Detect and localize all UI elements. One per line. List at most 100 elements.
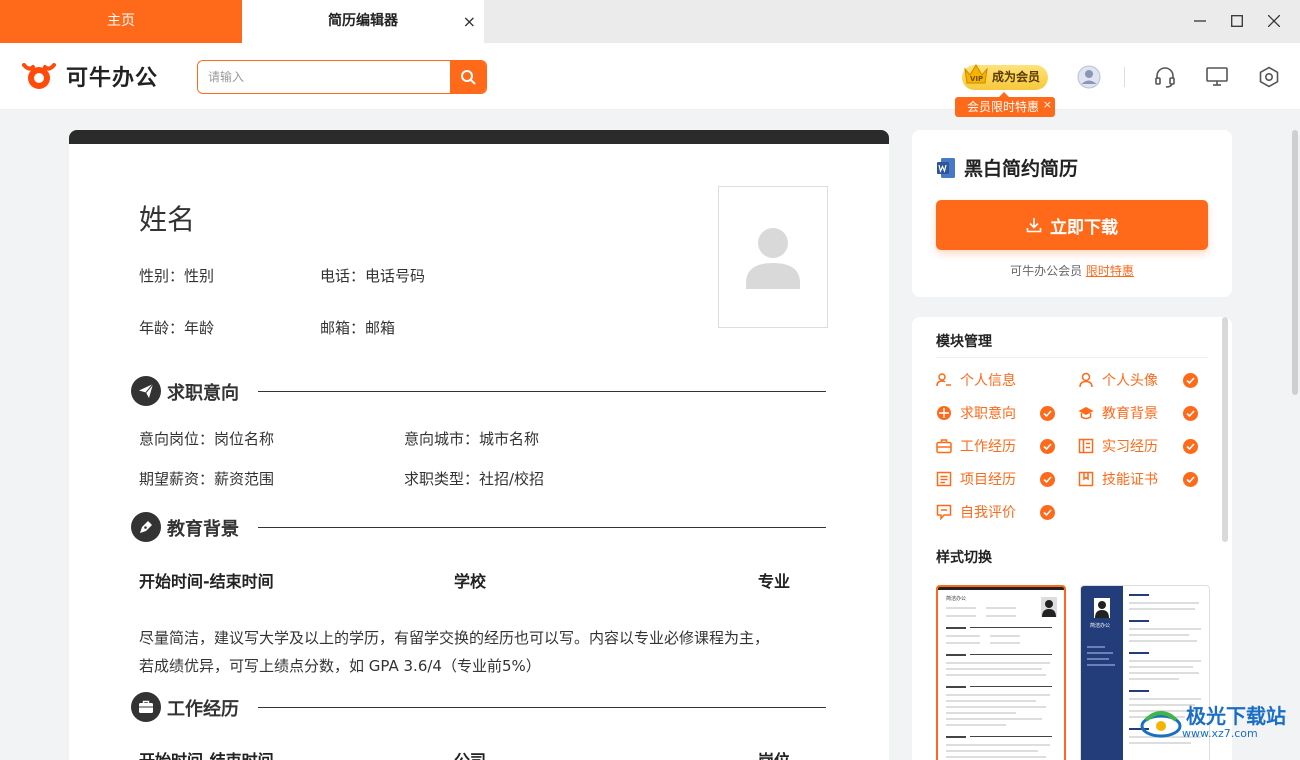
comment-icon [936,504,952,520]
module-work[interactable]: 工作经历 [936,436,1016,456]
intent-type[interactable]: 求职类型：社招/校招 [404,468,544,489]
module-internship[interactable]: 实习经历 [1078,436,1158,456]
app-header: 可牛办公 VIP 成为会员 会员限时特惠 × [0,43,1300,117]
resume-gender[interactable]: 性别：性别 [139,265,214,286]
search-button[interactable] [450,61,486,93]
edu-time-header[interactable]: 开始时间-结束时间 [139,568,274,592]
module-job-intent[interactable]: 求职意向 [936,403,1016,423]
template-panel: 黑白简约简历 立即下载 可牛办公会员 限时特惠 [912,130,1232,297]
module-check-icon[interactable] [1183,373,1198,388]
intent-position[interactable]: 意向岗位：岗位名称 [139,428,274,449]
section-title: 教育背景 [167,519,239,540]
thumb-photo [1094,598,1110,618]
settings-icon[interactable] [1257,65,1281,89]
module-projects[interactable]: 项目经历 [936,469,1016,489]
member-promo-text: 会员限时特惠 [967,100,1040,114]
section-work[interactable]: 工作经历 [131,692,826,722]
search-input[interactable] [198,61,450,93]
edu-major-header[interactable]: 专业 [758,568,790,592]
module-self-evaluation[interactable]: 自我评价 [936,502,1016,522]
resume-name[interactable]: 姓名 [139,198,195,238]
paper-plane-icon [131,376,161,406]
module-check-icon[interactable] [1040,406,1055,421]
graduation-cap-icon [1078,405,1094,421]
module-label: 实习经历 [1102,439,1158,455]
pen-nib-icon [131,512,161,542]
header-divider [1124,67,1125,87]
module-label: 个人头像 [1102,373,1158,389]
thumb-photo [1041,597,1057,617]
work-role-header[interactable]: 岗位 [758,747,790,760]
kuniu-logo-icon [22,63,56,89]
tab-home-label: 主页 [107,13,135,29]
template-name: 黑白简约简历 [964,158,1079,180]
search-icon [461,70,476,85]
become-member-label: 成为会员 [992,70,1041,84]
become-member-button[interactable]: VIP 成为会员 [962,64,1048,90]
main-scrollbar[interactable] [1292,130,1298,395]
module-label: 教育背景 [1102,406,1158,422]
module-label: 求职意向 [960,406,1016,422]
download-label: 立即下载 [1050,217,1118,238]
section-divider [258,527,826,528]
briefcase-icon [936,438,952,454]
close-window-icon[interactable] [1263,10,1285,32]
work-company-header[interactable]: 公司 [454,747,486,760]
style-thumbnail-1[interactable]: 简洁办公 [936,585,1066,760]
module-check-icon[interactable] [1040,439,1055,454]
aurora-logo-icon [1140,710,1182,737]
edu-desc-line: 尽量简洁，建议写大学及以上的学历，有留学交换的经历也可以写。内容以专业必修课程为… [139,629,770,647]
divider [936,357,1208,358]
module-check-icon[interactable] [1183,406,1198,421]
section-divider [258,707,826,708]
monitor-icon[interactable] [1205,65,1229,89]
module-check-icon[interactable] [1040,472,1055,487]
tab-editor-label: 简历编辑器 [328,13,398,29]
member-promo-link[interactable]: 限时特惠 [1086,264,1134,278]
promo-close-icon[interactable]: × [1043,95,1052,115]
section-job-intent[interactable]: 求职意向 [131,376,826,406]
resume-age[interactable]: 年龄：年龄 [139,317,214,338]
resume-photo-placeholder[interactable] [718,186,828,328]
tab-close-icon[interactable]: × [463,0,476,43]
panel-scrollbar[interactable] [1222,317,1228,542]
logo-text: 可牛办公 [66,66,159,91]
site-watermark: 极光下载站 www.xz7.com [1140,705,1286,740]
module-management-title: 模块管理 [936,334,992,350]
section-title: 求职意向 [167,383,239,404]
maximize-icon[interactable] [1226,10,1248,32]
edu-description[interactable]: 尽量简洁，建议写大学及以上的学历，有留学交换的经历也可以写。内容以专业必修课程为… [139,624,819,680]
intent-city[interactable]: 意向城市：城市名称 [404,428,539,449]
tab-home[interactable]: 主页 [0,0,242,43]
headset-icon[interactable] [1153,65,1177,89]
intent-salary[interactable]: 期望薪资：薪资范围 [139,468,274,489]
tab-resume-editor[interactable]: 简历编辑器 × [242,0,484,43]
module-check-icon[interactable] [1183,439,1198,454]
title-bar: 主页 简历编辑器 × [0,0,1300,43]
minimize-icon[interactable] [1189,10,1211,32]
resume-canvas[interactable]: 姓名 性别：性别 电话：电话号码 年龄：年龄 邮箱：邮箱 求职意向 意向岗位：岗… [69,130,889,760]
section-title: 工作经历 [167,699,239,720]
module-personal-info[interactable]: 个人信息 [936,370,1016,390]
module-education[interactable]: 教育背景 [1078,403,1158,423]
edu-school-header[interactable]: 学校 [454,568,486,592]
module-check-icon[interactable] [1183,472,1198,487]
section-education[interactable]: 教育背景 [131,512,826,542]
module-avatar[interactable]: 个人头像 [1078,370,1158,390]
module-label: 项目经历 [960,472,1016,488]
module-label: 技能证书 [1102,472,1158,488]
member-promo-tip[interactable]: 会员限时特惠 × [955,92,1055,117]
resume-email[interactable]: 邮箱：邮箱 [320,317,395,338]
user-avatar-icon[interactable] [1077,65,1101,89]
module-check-icon[interactable] [1040,505,1055,520]
member-text: 可牛办公会员 [1010,264,1083,278]
document-icon [936,471,952,487]
resume-phone[interactable]: 电话：电话号码 [320,265,425,286]
search-bar [197,60,487,94]
briefcase-icon [131,692,161,722]
download-button[interactable]: 立即下载 [936,200,1208,250]
module-certificates[interactable]: 技能证书 [1078,469,1158,489]
style-switch-title: 样式切换 [936,550,992,566]
work-time-header[interactable]: 开始时间-结束时间 [139,747,274,760]
app-logo[interactable]: 可牛办公 [20,60,158,92]
